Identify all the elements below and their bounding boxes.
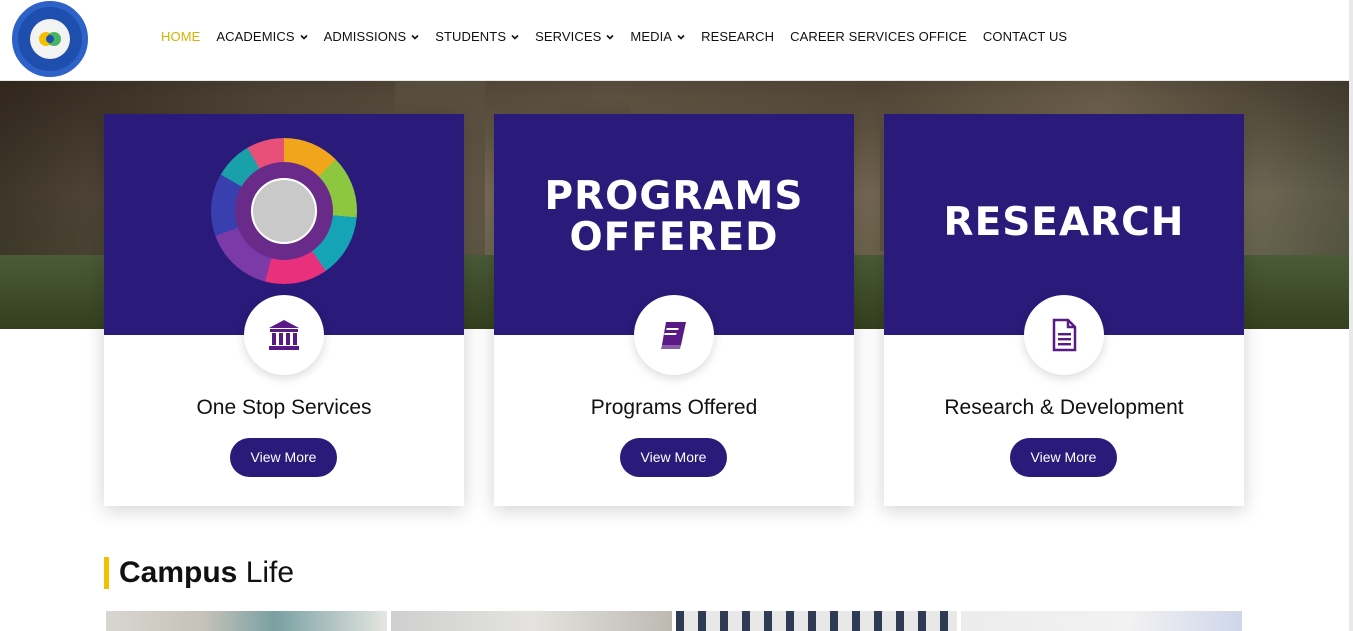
gallery-image[interactable] [106, 611, 387, 631]
nav-career-services[interactable]: CAREER SERVICES OFFICE [790, 29, 967, 44]
service-card-programs: PROGRAMS OFFERED Programs Offered View M… [494, 114, 854, 506]
site-header: HOME ACADEMICS ADMISSIONS STUDENTS SERVI… [0, 0, 1353, 81]
chevron-down-icon [300, 34, 308, 40]
gallery-image[interactable] [391, 611, 672, 631]
book-icon [661, 322, 686, 349]
view-more-button[interactable]: View More [620, 438, 727, 477]
main-nav: HOME ACADEMICS ADMISSIONS STUDENTS SERVI… [161, 29, 1083, 44]
gallery-image[interactable] [676, 611, 957, 631]
nav-home[interactable]: HOME [161, 29, 200, 44]
campus-life-gallery [106, 611, 1242, 631]
view-more-button[interactable]: View More [230, 438, 337, 477]
view-more-button[interactable]: View More [1010, 438, 1117, 477]
one-stop-services-wheel-image [211, 138, 357, 284]
nav-media[interactable]: MEDIA [630, 29, 685, 44]
banner-text: RESEARCH [943, 200, 1185, 245]
service-card-one-stop: One Stop Services View More [104, 114, 464, 506]
card-title: Research & Development [944, 396, 1184, 419]
page-scrollbar[interactable] [1349, 0, 1353, 631]
document-icon [1052, 318, 1077, 352]
icon-badge [634, 295, 714, 375]
banner-text: PROGRAMS OFFERED [544, 174, 804, 260]
gallery-image[interactable] [961, 611, 1242, 631]
nav-academics[interactable]: ACADEMICS [216, 29, 308, 44]
icon-badge [244, 295, 324, 375]
card-title: Programs Offered [590, 396, 758, 419]
institution-icon [269, 320, 299, 350]
chevron-down-icon [511, 34, 519, 40]
chevron-down-icon [677, 34, 685, 40]
logo-mark-icon [37, 30, 63, 48]
campus-life-heading: Campus Life [104, 557, 294, 589]
nav-services[interactable]: SERVICES [535, 29, 614, 44]
nav-admissions[interactable]: ADMISSIONS [324, 29, 420, 44]
icon-badge [1024, 295, 1104, 375]
university-logo[interactable] [12, 1, 88, 77]
chevron-down-icon [606, 34, 614, 40]
nav-contact-us[interactable]: CONTACT US [983, 29, 1067, 44]
card-title: One Stop Services [196, 396, 372, 419]
service-card-research: RESEARCH Research & Development View Mor… [884, 114, 1244, 506]
nav-students[interactable]: STUDENTS [435, 29, 519, 44]
chevron-down-icon [411, 34, 419, 40]
nav-research[interactable]: RESEARCH [701, 29, 774, 44]
